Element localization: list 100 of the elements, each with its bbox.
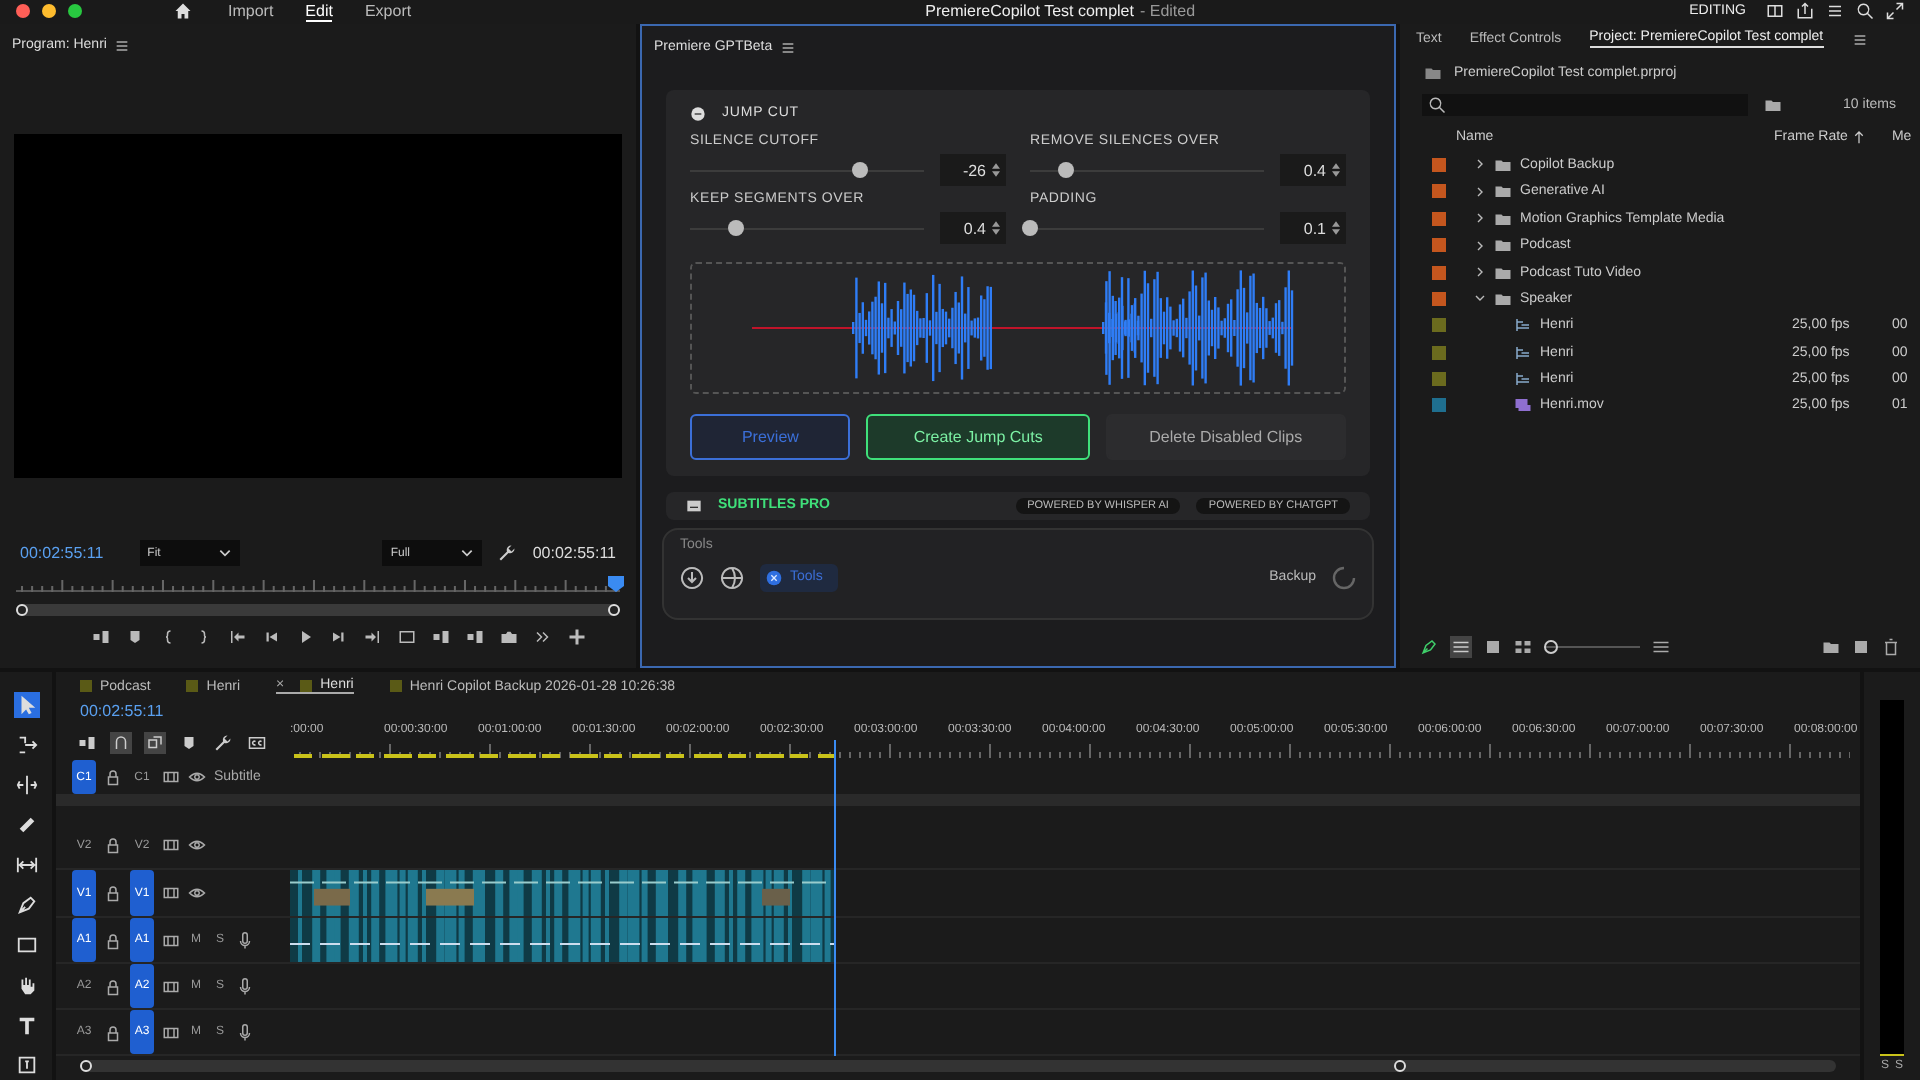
new-item-icon[interactable] — [1852, 637, 1870, 655]
video-clips-drawing[interactable] — [290, 870, 836, 916]
icon-view-icon[interactable] — [1484, 637, 1502, 655]
pen-icon[interactable] — [13, 892, 39, 918]
marker-icon[interactable] — [125, 627, 143, 646]
minimize-button[interactable] — [42, 4, 56, 19]
stepper-icon[interactable] — [1332, 220, 1340, 237]
globe-icon[interactable] — [720, 565, 744, 590]
number-field[interactable]: 0.4 — [1280, 154, 1346, 187]
action-button[interactable]: Create Jump Cuts — [866, 413, 1090, 460]
text-box-icon[interactable] — [13, 1052, 39, 1078]
pencil-icon[interactable] — [1420, 637, 1438, 655]
sort-icon[interactable] — [1652, 637, 1670, 655]
lock-icon[interactable] — [104, 931, 122, 949]
workspace-tab[interactable]: Edit — [305, 1, 333, 22]
home-icon[interactable] — [174, 2, 192, 21]
fullscreen-icon[interactable] — [1886, 2, 1904, 21]
more-icon[interactable] — [533, 627, 551, 646]
step-forward-icon[interactable] — [329, 627, 347, 646]
search-field[interactable] — [1422, 93, 1748, 116]
label-color-swatch[interactable] — [1432, 265, 1446, 280]
slip-icon[interactable] — [13, 852, 39, 878]
stepper-icon[interactable] — [992, 220, 1000, 237]
slider-thumb[interactable] — [728, 220, 745, 237]
chevron-right-icon[interactable] — [1474, 239, 1486, 252]
freeform-view-icon[interactable] — [1514, 637, 1532, 655]
label-color-swatch[interactable] — [1432, 184, 1446, 199]
linked-selection-icon[interactable] — [144, 731, 166, 753]
lock-icon[interactable] — [104, 977, 122, 995]
slider-thumb[interactable] — [852, 162, 869, 179]
playhead-marker[interactable] — [608, 575, 624, 592]
sequence-timecode[interactable]: 00:02:55:11 — [56, 700, 1860, 724]
lock-icon[interactable] — [104, 1023, 122, 1041]
magnet-icon[interactable] — [110, 731, 132, 753]
trash-icon[interactable] — [1882, 637, 1900, 655]
folder-icon[interactable] — [1822, 637, 1840, 655]
stepper-icon[interactable] — [1332, 162, 1340, 179]
chevron-right-icon[interactable] — [1474, 266, 1486, 279]
share-icon[interactable] — [1796, 2, 1814, 21]
number-field[interactable]: 0.4 — [940, 212, 1006, 245]
new-bin-icon[interactable] — [1764, 95, 1782, 114]
ripple-edit-icon[interactable] — [13, 772, 39, 798]
wrench-icon[interactable] — [212, 731, 234, 753]
stepper-icon[interactable] — [992, 162, 1000, 179]
step-back-icon[interactable] — [261, 627, 279, 646]
microphone-icon[interactable] — [236, 931, 254, 949]
menu-icon[interactable] — [1826, 2, 1844, 21]
label-color-swatch[interactable] — [1432, 398, 1446, 413]
label-color-swatch[interactable] — [1432, 211, 1446, 226]
collapse-icon[interactable] — [690, 105, 706, 122]
go-to-in-icon[interactable] — [227, 627, 245, 646]
zoom-scrollbar[interactable] — [16, 603, 620, 616]
label-color-swatch[interactable] — [1432, 157, 1446, 172]
lock-icon[interactable] — [104, 768, 122, 786]
action-button[interactable]: Delete Disabled Clips — [1105, 413, 1346, 460]
chevron-right-icon[interactable] — [1474, 212, 1486, 225]
lock-icon[interactable] — [104, 884, 122, 902]
sync-lock-icon[interactable] — [162, 931, 180, 949]
lock-icon[interactable] — [104, 836, 122, 854]
microphone-icon[interactable] — [236, 1023, 254, 1041]
slider-thumb[interactable] — [1057, 162, 1074, 179]
number-field[interactable]: 0.1 — [1280, 212, 1346, 245]
eye-icon[interactable] — [188, 836, 206, 854]
list-view-icon[interactable] — [1450, 635, 1472, 657]
label-color-swatch[interactable] — [1432, 372, 1446, 387]
captions-icon[interactable] — [246, 731, 268, 753]
sync-lock-icon[interactable] — [162, 768, 180, 786]
wrench-icon[interactable] — [498, 544, 517, 563]
workspace-tab[interactable]: Import — [228, 2, 274, 21]
label-color-swatch[interactable] — [1432, 291, 1446, 306]
audio-clips-drawing[interactable] — [290, 918, 836, 962]
safe-margins-icon[interactable] — [397, 627, 415, 646]
label-color-swatch[interactable] — [1432, 345, 1446, 360]
eye-icon[interactable] — [188, 884, 206, 902]
close-button[interactable] — [16, 4, 30, 19]
sync-lock-icon[interactable] — [162, 836, 180, 854]
slider-thumb[interactable] — [1022, 220, 1038, 237]
plus-icon[interactable] — [567, 627, 585, 646]
insert-icon[interactable] — [76, 731, 98, 753]
slider-thumb[interactable] — [1544, 639, 1558, 653]
maximize-button[interactable] — [68, 4, 82, 19]
label-color-swatch[interactable] — [1432, 318, 1446, 333]
panel-icon[interactable] — [1766, 2, 1784, 21]
chevron-right-icon[interactable] — [1474, 185, 1486, 198]
camera-icon[interactable] — [499, 627, 517, 646]
playhead-timecode[interactable]: 00:02:55:11 — [20, 544, 104, 563]
rectangle-icon[interactable] — [13, 932, 39, 958]
search-icon[interactable] — [1856, 2, 1874, 21]
label-color-swatch[interactable] — [1432, 238, 1446, 253]
chevron-down-icon[interactable] — [1474, 292, 1486, 305]
microphone-icon[interactable] — [236, 977, 254, 995]
number-field[interactable]: -26 — [940, 154, 1006, 187]
timeline-scrollbar[interactable] — [80, 1060, 1836, 1072]
sync-lock-icon[interactable] — [162, 977, 180, 995]
chevron-right-icon[interactable] — [1474, 158, 1486, 171]
close-icon[interactable] — [766, 569, 782, 586]
download-icon[interactable] — [680, 565, 704, 590]
eye-icon[interactable] — [188, 768, 206, 786]
sync-lock-icon[interactable] — [162, 1023, 180, 1041]
sync-lock-icon[interactable] — [162, 884, 180, 902]
